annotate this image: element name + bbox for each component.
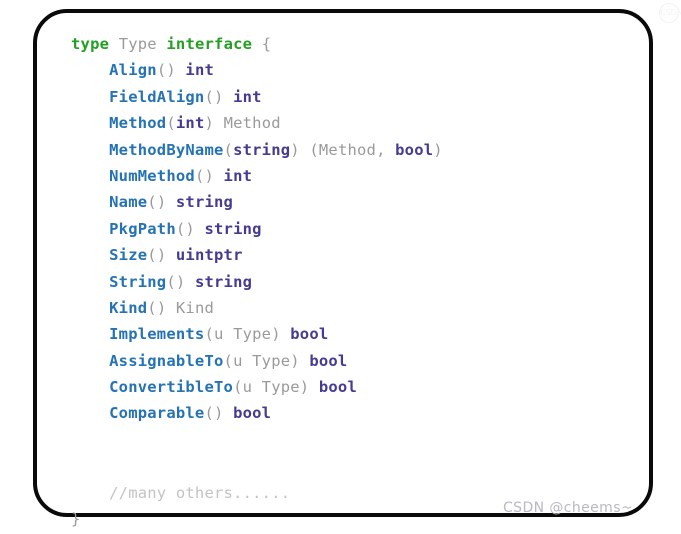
code-token-type: string: [204, 219, 262, 238]
code-token-function: ConvertibleTo: [109, 378, 234, 397]
code-token-type: bool: [309, 351, 348, 370]
code-token-plain: ) (Method,: [290, 140, 396, 159]
code-token-type: bool: [233, 404, 272, 423]
code-line: Comparable() bool: [71, 400, 639, 426]
code-token-plain: Kind: [175, 298, 215, 317]
code-token-type: string: [233, 140, 291, 159]
code-token-type: int: [175, 114, 205, 133]
code-token-function: AssignableTo: [109, 351, 224, 370]
code-token-plain: (): [204, 87, 234, 106]
code-token-plain: (): [147, 298, 176, 317]
code-token-type: bool: [318, 378, 357, 397]
code-block: type Type interface { Align() int FieldA…: [71, 31, 639, 532]
code-line: Kind() Kind: [71, 295, 639, 321]
code-token-plain: ): [433, 140, 443, 159]
code-token-function: Size: [109, 246, 148, 265]
code-line: Implements(u Type) bool: [71, 321, 639, 347]
code-token-plain: ): [204, 114, 224, 133]
code-token-type: uintptr: [175, 246, 243, 265]
code-token-function: Name: [109, 193, 148, 212]
code-token-type: int: [223, 166, 253, 185]
code-line: FieldAlign() int: [71, 84, 639, 110]
code-token-function: String: [109, 272, 167, 291]
code-token-function: Method: [109, 114, 167, 133]
code-token-plain: (: [223, 140, 234, 159]
code-token-comment: //many others......: [109, 483, 291, 502]
code-token-plain: (): [156, 61, 186, 80]
code-token-plain: (u Type): [233, 378, 319, 397]
csdn-watermark: CSDN @cheems~: [503, 500, 634, 516]
code-token-type: string: [194, 272, 253, 291]
code-token-function: Comparable: [109, 404, 205, 423]
code-token-plain: {: [261, 35, 272, 53]
code-token-function: MethodByName: [109, 140, 224, 159]
code-line: type Type interface {: [71, 31, 639, 57]
code-line: Align() int: [71, 57, 639, 83]
code-token-plain: Method: [223, 114, 281, 133]
code-line: PkgPath() string: [71, 216, 639, 242]
code-token-function: Implements: [109, 325, 205, 344]
code-line: MethodByName(string) (Method, bool): [71, 137, 639, 163]
code-token-plain: (): [175, 219, 205, 238]
code-token-type: bool: [395, 140, 434, 159]
code-line: Size() uintptr: [71, 242, 639, 268]
code-token-plain: (): [204, 404, 234, 423]
code-card: type Type interface { Align() int FieldA…: [33, 9, 653, 528]
code-token-function: Align: [109, 61, 157, 80]
code-line: AssignableTo(u Type) bool: [71, 348, 639, 374]
code-token-plain: }: [71, 510, 81, 529]
code-token-type: string: [175, 193, 234, 212]
code-line: ConvertibleTo(u Type) bool: [71, 374, 639, 400]
code-line: NumMethod() int: [71, 163, 639, 189]
code-token-keyword: interface: [166, 35, 253, 53]
code-token-keyword: type: [71, 35, 110, 53]
code-token-function: NumMethod: [109, 166, 195, 185]
code-line: Name() string: [71, 189, 639, 215]
csdn-corner-watermark-icon: CSDN: [659, 3, 681, 23]
code-token-plain: (): [147, 246, 176, 265]
code-token-plain: (u Type): [223, 351, 310, 370]
code-token-function: Kind: [109, 298, 148, 317]
code-line: String() string: [71, 269, 639, 295]
code-line: Method(int) Method: [71, 110, 639, 136]
code-token-function: FieldAlign: [109, 87, 205, 106]
code-token-plain: (): [147, 193, 176, 212]
code-token-type: bool: [290, 325, 329, 344]
code-token-plain: (: [166, 114, 176, 133]
code-token-type: int: [185, 61, 215, 80]
code-token-plain: (u Type): [204, 325, 291, 344]
code-token-plain: Type: [118, 35, 157, 53]
code-token-type: int: [233, 87, 262, 106]
code-token-function: PkgPath: [109, 219, 176, 238]
code-token-plain: (): [194, 166, 224, 185]
code-token-plain: (): [166, 272, 195, 291]
